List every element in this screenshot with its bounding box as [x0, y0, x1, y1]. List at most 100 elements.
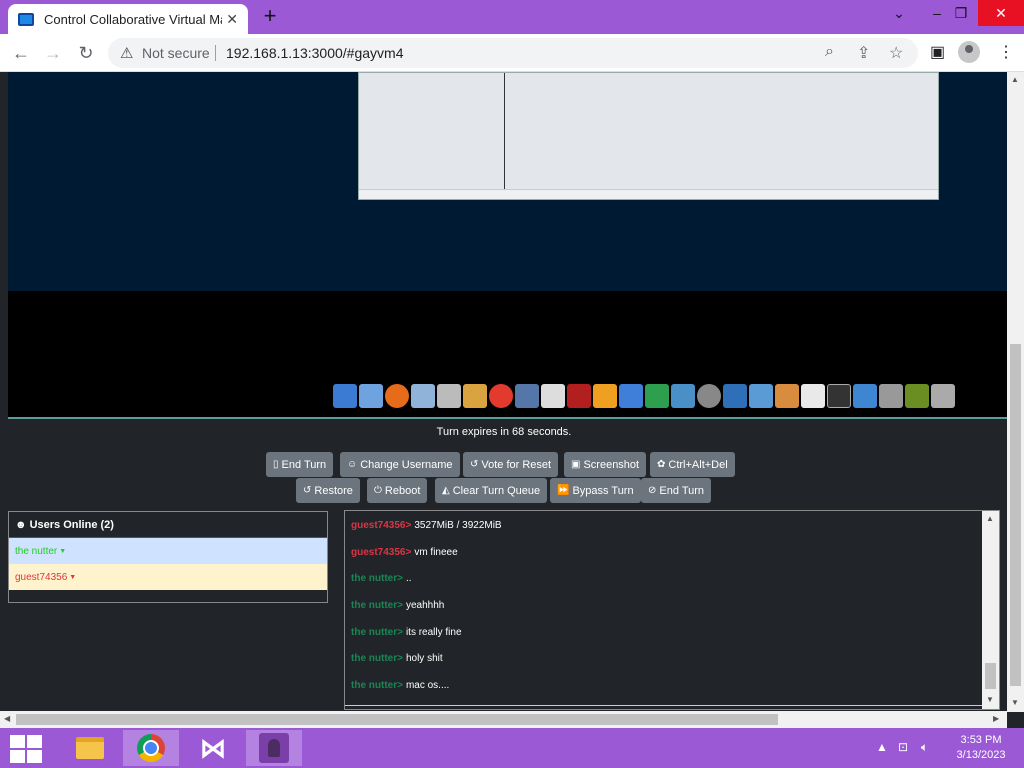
archive-icon[interactable]	[905, 384, 929, 408]
scroll-right-icon[interactable]: ▶	[993, 714, 999, 723]
textedit-icon[interactable]	[801, 384, 825, 408]
clock-date: 3/13/2023	[956, 749, 1006, 761]
vm-screen[interactable]	[8, 72, 1007, 419]
vote-reset-label: Vote for Reset	[481, 458, 552, 471]
screenshot-button[interactable]: ▣ Screenshot	[564, 452, 647, 477]
scroll-down-icon[interactable]: ▼	[986, 695, 994, 704]
app-taskbar-icon[interactable]	[246, 730, 302, 766]
system-preferences-icon[interactable]	[879, 384, 903, 408]
browser-tab[interactable]: Control Collaborative Virtual Mac ✕	[8, 4, 248, 34]
menu-kebab-icon[interactable]: ⋮	[998, 42, 1014, 62]
finder-icon[interactable]	[333, 384, 357, 408]
visual-studio-icon: ⋈	[200, 732, 226, 763]
user-list-item[interactable]: guest74356 ▼	[9, 564, 327, 590]
numbers-icon[interactable]	[645, 384, 669, 408]
user-list-item[interactable]: the nutter ▼	[9, 538, 327, 564]
camera-icon: ▣	[571, 459, 581, 470]
calendar-icon[interactable]	[749, 384, 773, 408]
vm-dock[interactable]	[333, 384, 965, 416]
end-turn-button-2[interactable]: ⊘ End Turn	[641, 478, 712, 503]
bypass-turn-button[interactable]: ⏩ Bypass Turn	[550, 478, 641, 503]
chrome-icon	[137, 734, 165, 762]
media-icon[interactable]	[567, 384, 591, 408]
share-icon[interactable]: ⇪	[857, 43, 870, 63]
address-bar[interactable]: ⚠ Not secure 192.168.1.13:3000/#gayvm4 ⌕…	[108, 38, 918, 68]
firefox-icon[interactable]	[385, 384, 409, 408]
back-icon[interactable]: ←	[8, 40, 34, 66]
caret-down-icon[interactable]: ▼	[59, 548, 66, 555]
visual-studio-taskbar-icon[interactable]: ⋈	[185, 730, 241, 766]
scroll-left-icon[interactable]: ◀	[4, 714, 10, 723]
chat-scrollbar[interactable]: ▲ ▼	[982, 511, 999, 709]
user-name[interactable]: the nutter	[15, 546, 57, 557]
keynote-icon[interactable]	[671, 384, 695, 408]
side-panel-icon[interactable]: ▣	[930, 42, 945, 62]
reboot-button[interactable]: ⏻ Reboot	[367, 478, 428, 503]
users-app-icon[interactable]	[853, 384, 877, 408]
scroll-up-icon[interactable]: ▲	[986, 514, 994, 523]
dvd-icon[interactable]	[697, 384, 721, 408]
page-horizontal-scroll-thumb[interactable]	[16, 714, 778, 725]
page-horizontal-scrollbar[interactable]: ◀ ▶	[0, 711, 1007, 728]
vm-app-window[interactable]	[358, 72, 939, 200]
url-text[interactable]: 192.168.1.13:3000/#gayvm4	[226, 45, 403, 61]
browser-toolbar: ← → ↻ ⚠ Not secure 192.168.1.13:3000/#ga…	[0, 34, 1024, 72]
users-online-panel: ☻ Users Online (2) the nutter ▼ guest743…	[8, 511, 328, 603]
profile-avatar[interactable]	[958, 41, 980, 63]
star-app-icon[interactable]	[541, 384, 565, 408]
end-turn-button[interactable]: ▯ End Turn	[266, 452, 334, 477]
page-vertical-scrollbar[interactable]: ▲ ▼	[1007, 72, 1024, 712]
vote-reset-button[interactable]: ↺ Vote for Reset	[463, 452, 559, 477]
close-window-button[interactable]: ✕	[978, 0, 1024, 26]
books-icon[interactable]	[775, 384, 799, 408]
pages-icon[interactable]	[593, 384, 617, 408]
microphone-icon[interactable]	[437, 384, 461, 408]
clear-turn-queue-button[interactable]: ◭ Clear Turn Queue	[435, 478, 548, 503]
bypass-turn-label: Bypass Turn	[572, 484, 634, 497]
clock-time: 3:53 PM	[960, 734, 1002, 746]
preview-icon[interactable]	[411, 384, 435, 408]
bookmark-star-icon[interactable]: ☆	[889, 43, 903, 63]
chat-username: the nutter>	[351, 653, 403, 665]
screenshot-label: Screenshot	[583, 458, 640, 471]
network-icon[interactable]: ⊡	[898, 740, 908, 754]
photos-icon[interactable]	[463, 384, 487, 408]
app-store-icon[interactable]	[359, 384, 383, 408]
user-name[interactable]: guest74356	[15, 572, 67, 583]
scroll-down-icon[interactable]: ▼	[1011, 698, 1019, 707]
chat-username: the nutter>	[351, 679, 403, 691]
chat-message: the nutter> yeahhhh	[345, 592, 999, 619]
tray-expand-icon[interactable]: ▲	[876, 740, 888, 754]
not-secure-label[interactable]: Not secure	[142, 45, 210, 61]
page-vertical-scroll-thumb[interactable]	[1010, 344, 1021, 686]
trash-icon[interactable]	[931, 384, 955, 408]
word-icon[interactable]	[619, 384, 643, 408]
system-clock[interactable]: 3:53 PM 3/13/2023	[948, 733, 1014, 763]
chat-message: the nutter> mac os....	[345, 672, 999, 699]
chat-panel[interactable]: guest74356> 3527MiB / 3922MiB guest74356…	[344, 510, 1000, 710]
close-tab-icon[interactable]: ✕	[226, 11, 238, 28]
imovie-icon[interactable]	[515, 384, 539, 408]
chat-username: guest74356>	[351, 519, 412, 531]
scroll-up-icon[interactable]: ▲	[1011, 75, 1019, 84]
chat-scroll-thumb[interactable]	[985, 663, 996, 689]
file-explorer-icon[interactable]	[62, 730, 118, 766]
forward-icon[interactable]: →	[40, 40, 66, 66]
network-icon[interactable]	[723, 384, 747, 408]
chat-input[interactable]	[345, 705, 985, 709]
end-turn-label-2: End Turn	[659, 484, 705, 497]
volume-icon[interactable]: 🔈︎	[921, 740, 928, 755]
safari-icon[interactable]	[489, 384, 513, 408]
chrome-taskbar-icon[interactable]	[123, 730, 179, 766]
change-username-button[interactable]: ☺ Change Username	[340, 452, 460, 477]
terminal-icon[interactable]	[827, 384, 851, 408]
zoom-icon[interactable]: ⌕	[825, 43, 834, 61]
folder-icon	[76, 737, 104, 759]
new-tab-button[interactable]: +	[258, 4, 282, 28]
caret-down-icon[interactable]: ▼	[69, 574, 76, 581]
restore-button[interactable]: ↺ Restore	[296, 478, 360, 503]
warning-icon[interactable]: ⚠	[120, 44, 133, 62]
ctrl-alt-del-button[interactable]: ✿ Ctrl+Alt+Del	[650, 452, 735, 477]
reload-icon[interactable]: ↻	[73, 40, 99, 66]
windows-start-icon[interactable]	[6, 732, 46, 764]
